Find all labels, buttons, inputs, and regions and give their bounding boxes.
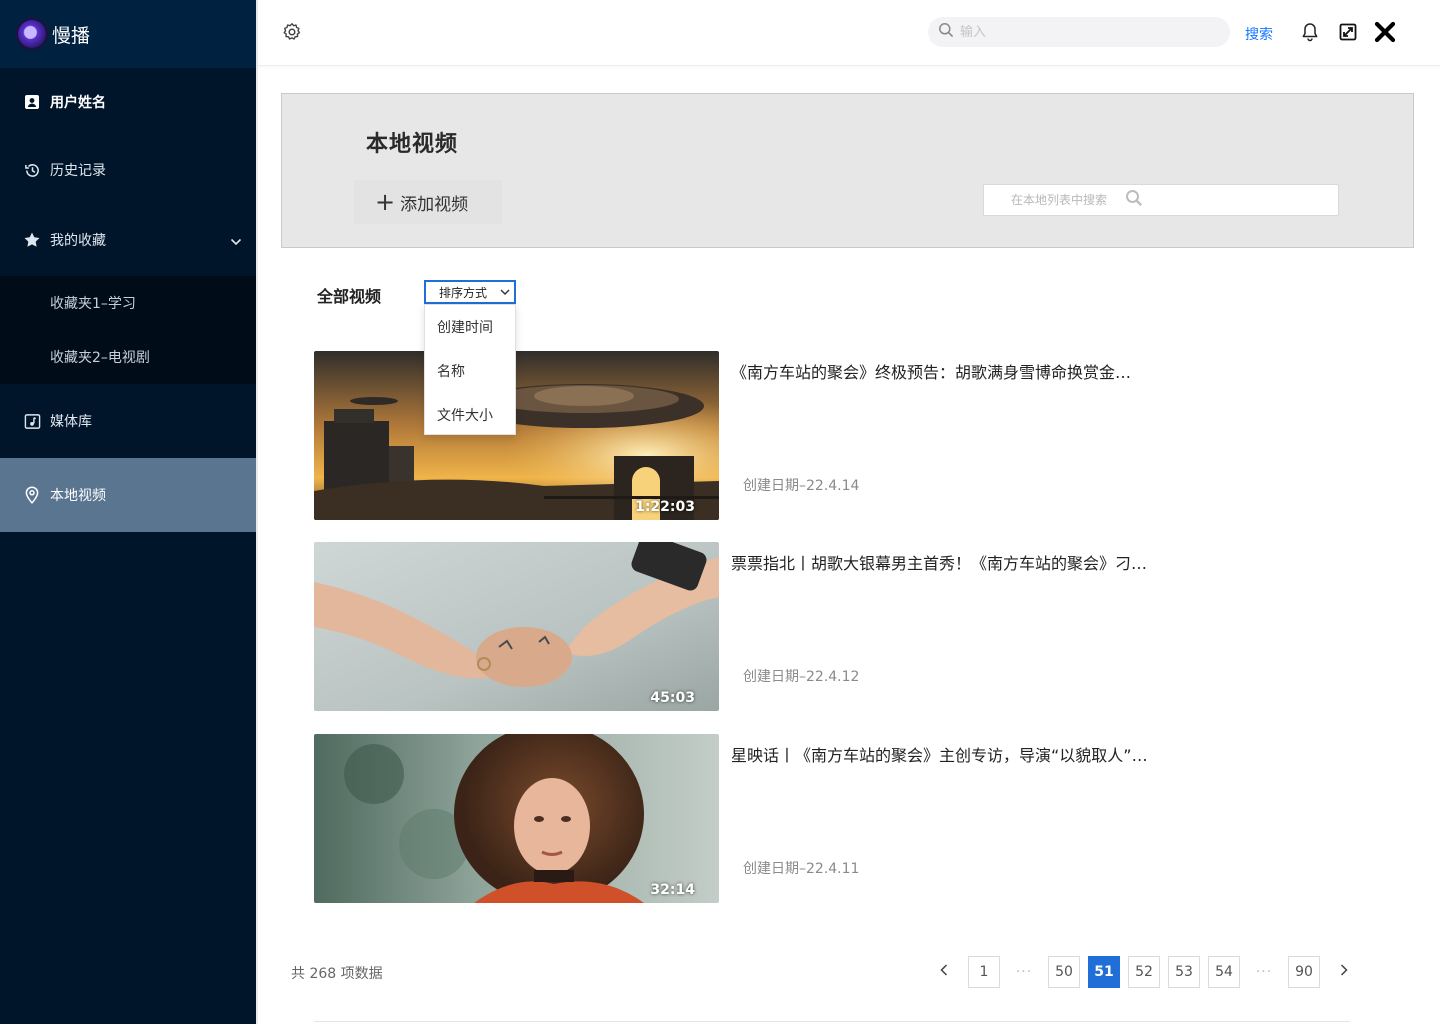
total-count: 共 268 项数据: [291, 966, 383, 982]
app-name: 慢播: [52, 24, 91, 47]
video-thumbnail[interactable]: 1:22:03: [314, 351, 719, 520]
sidebar-item-label: 本地视频: [50, 488, 106, 504]
add-video-label: 添加视频: [400, 194, 469, 215]
sidebar-item-label: 用户姓名: [50, 95, 106, 111]
chevron-right-icon: [1340, 964, 1348, 980]
video-duration: 1:22:03: [635, 499, 695, 515]
video-thumbnail[interactable]: 45:03: [314, 542, 719, 711]
user-card-icon: [23, 93, 41, 111]
page-button-current[interactable]: 51: [1088, 956, 1120, 988]
sidebar-item-label: 媒体库: [50, 414, 92, 430]
chevron-down-icon: [230, 234, 242, 250]
video-created-date: 创建日期–22.4.11: [743, 861, 860, 877]
page-button[interactable]: 90: [1288, 956, 1320, 988]
local-search-input[interactable]: [1011, 193, 1125, 207]
history-icon: [23, 161, 41, 179]
music-note-icon: [23, 412, 41, 430]
sidebar-item-folder[interactable]: 收藏夹1–学习: [0, 276, 256, 330]
video-title[interactable]: 票票指北丨胡歌大银幕男主首秀！《南方车站的聚会》刁…: [731, 550, 1161, 574]
page-button[interactable]: 54: [1208, 956, 1240, 988]
top-header: 搜索: [258, 0, 1440, 66]
app-logo[interactable]: 慢播: [0, 0, 256, 68]
chevron-down-icon: [500, 285, 510, 299]
sort-option[interactable]: 文件大小: [425, 393, 515, 437]
close-icon[interactable]: [1374, 21, 1396, 43]
all-videos-heading: 全部视频: [317, 287, 382, 306]
add-video-button[interactable]: + 添加视频: [354, 180, 502, 224]
page-button[interactable]: 53: [1168, 956, 1200, 988]
chevron-left-icon: [940, 964, 948, 980]
page-title: 本地视频: [366, 132, 459, 157]
footer-divider: [314, 1021, 1350, 1022]
search-icon: [938, 22, 954, 42]
video-created-date: 创建日期–22.4.12: [743, 669, 860, 685]
prev-page-button[interactable]: [928, 956, 960, 988]
local-videos-banner: 本地视频 + 添加视频: [281, 93, 1414, 248]
page-button[interactable]: 50: [1048, 956, 1080, 988]
sidebar-item-favorites[interactable]: 我的收藏: [0, 204, 256, 276]
app-logo-icon: [16, 18, 48, 50]
page-ellipsis[interactable]: ···: [1248, 956, 1280, 988]
sidebar: 慢播 用户姓名 历史记录 我的收藏 收藏夹1–学习 收藏夹2–电视剧 媒体库 本…: [0, 0, 256, 1024]
sidebar-item-label: 我的收藏: [50, 233, 106, 249]
video-title[interactable]: 星映话丨《南方车站的聚会》主创专访，导演“以貌取人”…: [731, 742, 1161, 766]
video-thumbnail[interactable]: 32:14: [314, 734, 719, 903]
page-button[interactable]: 52: [1128, 956, 1160, 988]
video-title[interactable]: 《南方车站的聚会》终极预告：胡歌满身雪博命换赏金…: [731, 359, 1161, 383]
plus-icon: +: [375, 188, 396, 216]
location-pin-icon: [23, 486, 41, 504]
video-duration: 45:03: [650, 690, 695, 706]
search-icon[interactable]: [1125, 189, 1143, 211]
sidebar-item-history[interactable]: 历史记录: [0, 136, 256, 204]
sidebar-item-local-videos[interactable]: 本地视频: [0, 458, 256, 532]
resize-window-icon[interactable]: [1337, 21, 1359, 43]
settings-icon[interactable]: [282, 22, 302, 42]
video-created-date: 创建日期–22.4.14: [743, 478, 860, 494]
video-list-item: 32:14 星映话丨《南方车站的聚会》主创专访，导演“以貌取人”… 创建日期–2…: [314, 734, 1154, 904]
video-list-item: 45:03 票票指北丨胡歌大银幕男主首秀！《南方车站的聚会》刁… 创建日期–22…: [314, 542, 1154, 712]
sidebar-item-label: 历史记录: [50, 163, 106, 179]
sort-select[interactable]: 排序方式: [424, 280, 516, 304]
favorites-submenu: 收藏夹1–学习 收藏夹2–电视剧: [0, 276, 256, 384]
local-search[interactable]: [983, 184, 1339, 216]
search-input[interactable]: [960, 24, 1200, 40]
sort-option[interactable]: 创建时间: [425, 305, 515, 349]
sidebar-item-media-library[interactable]: 媒体库: [0, 384, 256, 458]
sort-select-label: 排序方式: [439, 285, 488, 300]
star-icon: [23, 231, 41, 249]
sort-dropdown-menu: 创建时间 名称 文件大小: [424, 304, 516, 435]
global-search[interactable]: [928, 17, 1230, 47]
pagination: 1 ··· 50 51 52 53 54 ··· 90: [928, 956, 1368, 988]
bell-icon[interactable]: [1299, 21, 1321, 43]
search-button[interactable]: 搜索: [1245, 24, 1273, 44]
next-page-button[interactable]: [1328, 956, 1360, 988]
page-ellipsis[interactable]: ···: [1008, 956, 1040, 988]
sort-option[interactable]: 名称: [425, 349, 515, 393]
sidebar-item-folder[interactable]: 收藏夹2–电视剧: [0, 330, 256, 384]
sidebar-divider: [256, 0, 258, 1024]
page-button[interactable]: 1: [968, 956, 1000, 988]
video-duration: 32:14: [650, 882, 695, 898]
sidebar-item-user[interactable]: 用户姓名: [0, 68, 256, 136]
